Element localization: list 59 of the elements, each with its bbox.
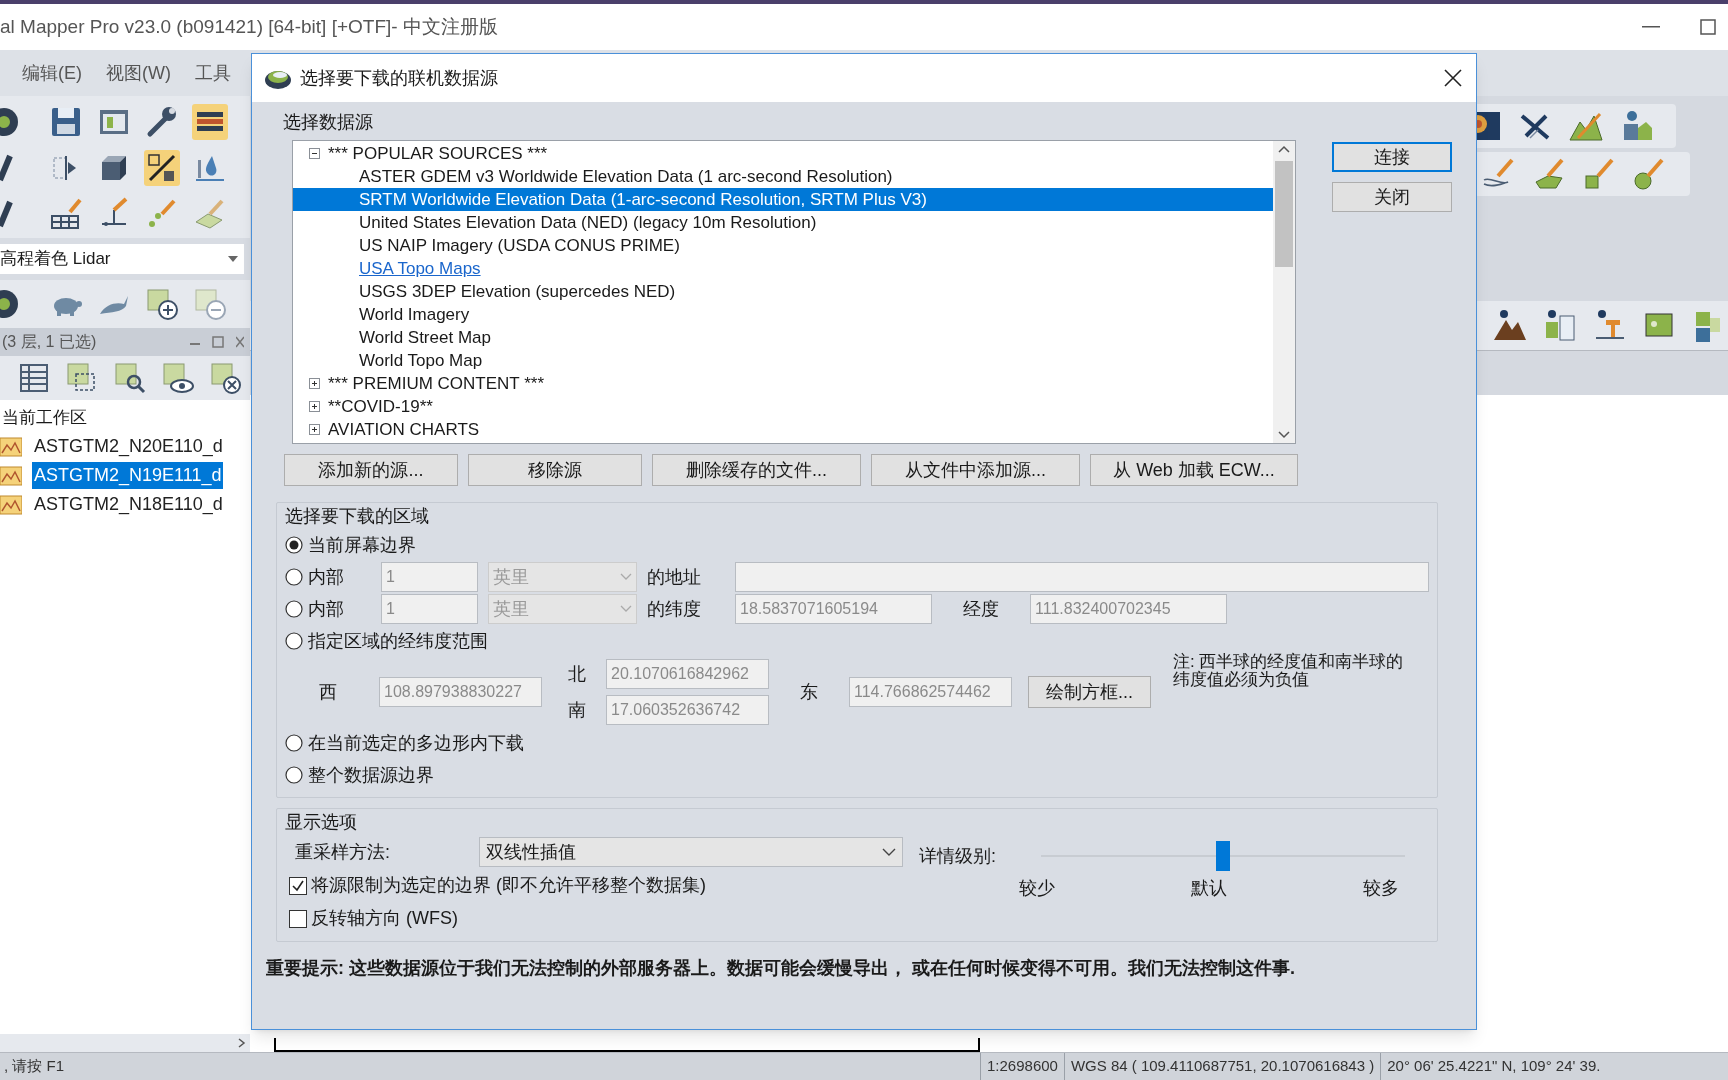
field-label: 南 [568,698,586,722]
group-label: 显示选项 [285,810,358,834]
list-item[interactable]: USGS 3DEP Elevation (supercedes NED) [293,280,1273,303]
style-dropdown[interactable]: 高程着色 Lidar [0,244,244,274]
field-label: 详情级别: [919,844,997,868]
list-item[interactable]: SRTM Worldwide Elevation Data (1-arc-second Resolution, SRTM Plus V3) [293,188,1273,211]
menu-item[interactable]: 视图(W) [106,59,171,87]
field-label: 重采样方法: [295,840,391,864]
radio-option[interactable]: 内部 [285,563,371,591]
field-label: 的纬度 [647,597,702,621]
radio-option[interactable]: 整个数据源边界 [285,761,434,789]
list-item[interactable]: World Topo Map [293,349,1273,372]
dialog-title: 选择要下载的联机数据源 [300,66,498,90]
menu-item[interactable]: 编辑(E) [22,59,82,87]
list-action-button[interactable]: 从 Web 加载 ECW... [1090,454,1298,486]
slider-tick-label: 默认 [1191,877,1227,900]
list-item[interactable]: World Imagery [293,303,1273,326]
dialog-button[interactable]: 关闭 [1332,182,1452,212]
checkbox-option[interactable]: 将源限制为选定的边界 (即不允许平移整个数据集) [285,869,915,902]
status-field: 1:2698600 [980,1053,1064,1080]
list-action-button[interactable]: 删除缓存的文件... [652,454,861,486]
dialog-button[interactable]: 连接 [1332,142,1452,172]
field-label: 北 [568,662,586,686]
list-item[interactable]: US NAIP Imagery (USDA CONUS PRIME) [293,234,1273,257]
layer-item[interactable]: ASTGTM2_N18E110_d [32,491,225,518]
tree-node[interactable]: 当前工作区 [0,404,250,432]
menu-item[interactable]: 工具 [195,59,231,87]
status-field: 20° 06' 25.4221" N, 109° 24' 39. [1380,1053,1607,1080]
field-label: 的地址 [647,565,702,589]
radio-option[interactable]: 在当前选定的多边形内下载 [285,729,524,757]
tree-node[interactable]: *** POPULAR SOURCES *** [328,140,548,167]
list-item[interactable]: ASTER GDEM v3 Worldwide Elevation Data (1 arc-second Resolution) [293,165,1273,188]
list-action-button[interactable]: 从文件中添加源... [871,454,1080,486]
field-label: 东 [799,680,819,704]
radio-option[interactable]: 内部 [285,595,371,623]
list-item[interactable]: United States Elevation Data (NED) (legacy 10m Resolution) [293,211,1273,234]
panel-title: (3 层, 1 已选) [2,332,97,352]
group-label: 选择数据源 [283,111,374,134]
checkbox-option[interactable]: 反转轴方向 (WFS) [285,902,915,935]
list-action-button[interactable]: 添加新的源... [284,454,458,486]
slider-tick-label: 较多 [1363,877,1399,900]
window-title: al Mapper Pro v23.0 (b091421) [64-bit] [+OTF]- 中文注册版 [0,14,498,39]
radio-option[interactable]: 指定区域的经纬度范围 [285,627,488,655]
draw-box-button[interactable]: 绘制方框... [1028,676,1151,708]
note-text: 注: 西半球的经度值和南半球的纬度值必须为负值 [1173,653,1405,689]
group-label: 选择要下载的区域 [285,504,430,528]
status-field: WGS 84 ( 109.4110687751, 20.1070616843 ) [1063,1053,1381,1080]
field-label: 西 [319,680,338,704]
status-text: , 请按 F1 [3,1056,65,1077]
list-item[interactable]: World Street Map [293,326,1273,349]
field-label: 经度 [962,597,1000,621]
list-item[interactable]: USA Topo Maps [293,257,1273,280]
list-action-button[interactable]: 移除源 [468,454,642,486]
resample-dropdown[interactable]: 双线性插值 [479,837,903,867]
slider-tick-label: 较少 [1019,877,1055,900]
notice-text: 重要提示: 这些数据源位于我们无法控制的外部服务器上。数据可能会缓慢导出， 或在任何时候变得不可用。我们无法控制这件事. [266,960,1296,977]
layer-item[interactable]: ASTGTM2_N19E111_d [32,462,224,489]
layer-item[interactable]: ASTGTM2_N20E110_d [32,433,225,460]
radio-option[interactable]: 当前屏幕边界 [285,531,416,559]
